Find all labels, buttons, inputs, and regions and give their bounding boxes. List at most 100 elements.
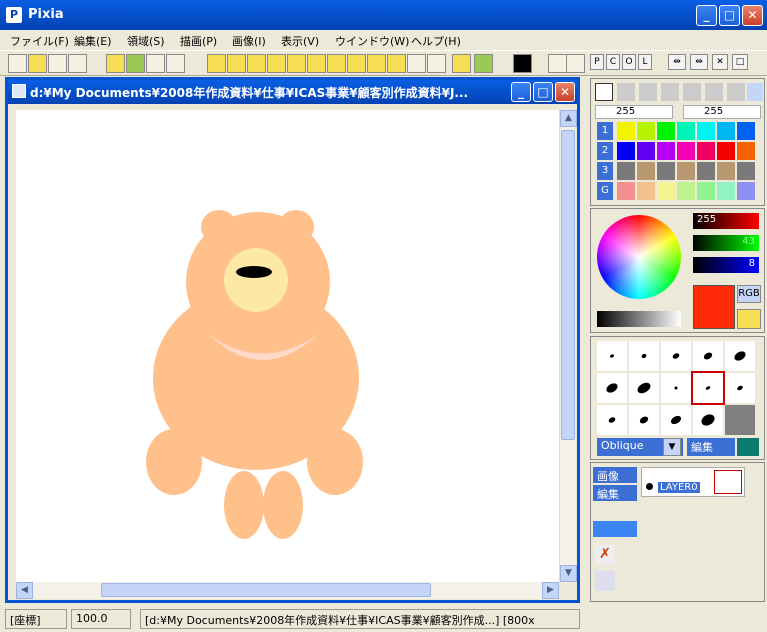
line-tool-icon[interactable] bbox=[247, 54, 266, 73]
layer-image-button[interactable]: 画像 bbox=[593, 467, 637, 483]
fill-tool-icon[interactable] bbox=[387, 54, 406, 73]
pen-icon[interactable] bbox=[595, 83, 613, 101]
color-swatch[interactable] bbox=[717, 162, 735, 180]
polygon-tool-icon[interactable] bbox=[287, 54, 306, 73]
color-swatch[interactable] bbox=[697, 182, 715, 200]
smudge-icon[interactable] bbox=[639, 83, 657, 101]
maximize-button[interactable]: □ bbox=[719, 5, 740, 26]
color-swatch[interactable] bbox=[697, 122, 715, 140]
print-icon[interactable] bbox=[68, 54, 87, 73]
color-swatch[interactable] bbox=[637, 122, 655, 140]
color-swatch[interactable] bbox=[657, 182, 675, 200]
brush-preset[interactable] bbox=[629, 405, 659, 435]
copy-layer-icon[interactable] bbox=[705, 83, 723, 101]
layer-edit-button[interactable]: 編集 bbox=[593, 485, 637, 501]
doc-maximize-button[interactable]: □ bbox=[533, 82, 553, 102]
color-swatch[interactable] bbox=[717, 142, 735, 160]
curve-tool-icon[interactable] bbox=[307, 54, 326, 73]
menu-view[interactable]: 表示(V) bbox=[281, 33, 319, 49]
brush-tool-icon[interactable] bbox=[327, 54, 346, 73]
ellipse-tool-icon[interactable] bbox=[267, 54, 286, 73]
brush-mode-dropdown-icon[interactable]: ▼ bbox=[663, 438, 681, 456]
swatch-row-2-label[interactable]: 2 bbox=[597, 142, 613, 160]
magic-wand-icon[interactable] bbox=[367, 54, 386, 73]
color-swatch[interactable] bbox=[677, 122, 695, 140]
doc-close-button[interactable]: ✕ bbox=[555, 82, 575, 102]
layer-list-icon[interactable] bbox=[595, 571, 615, 591]
current-color-swatch[interactable] bbox=[513, 54, 532, 73]
swatch-row-3-label[interactable]: 3 bbox=[597, 162, 613, 180]
brightness-bar[interactable] bbox=[597, 311, 681, 327]
brush-preset[interactable] bbox=[725, 341, 755, 371]
vertical-scrollbar[interactable]: ▲ ▼ bbox=[559, 110, 577, 582]
color-swatch[interactable] bbox=[677, 182, 695, 200]
right-value-slider[interactable]: 255 bbox=[683, 105, 761, 119]
lasso-tool-icon[interactable] bbox=[347, 54, 366, 73]
scroll-left-button[interactable]: ◀ bbox=[16, 582, 33, 599]
current-color-preview[interactable] bbox=[693, 285, 735, 329]
eraser-icon[interactable] bbox=[727, 83, 745, 101]
left-value-slider[interactable]: 255 bbox=[595, 105, 673, 119]
color-swatch[interactable] bbox=[617, 162, 635, 180]
menu-selection[interactable]: 領域(S) bbox=[127, 33, 165, 49]
color-swatch[interactable] bbox=[617, 122, 635, 140]
color-folder-icon[interactable] bbox=[737, 309, 761, 329]
zoom-in-icon[interactable] bbox=[548, 54, 567, 73]
color-swatch[interactable] bbox=[657, 142, 675, 160]
brush-preset[interactable] bbox=[661, 405, 691, 435]
tab-layer[interactable]: L bbox=[638, 54, 652, 70]
tab-color[interactable]: C bbox=[606, 54, 620, 70]
save-icon[interactable] bbox=[48, 54, 67, 73]
palette-expand-icon[interactable]: □ bbox=[732, 54, 748, 70]
swatch-row-g-label[interactable]: G bbox=[597, 182, 613, 200]
minimize-button[interactable]: _ bbox=[696, 5, 717, 26]
brush-preset[interactable] bbox=[693, 405, 723, 435]
transform-tool-icon[interactable] bbox=[407, 54, 426, 73]
palette-close-icon[interactable]: ✕ bbox=[712, 54, 728, 70]
brush-preset[interactable] bbox=[691, 371, 725, 405]
color-swatch[interactable] bbox=[657, 122, 675, 140]
layer-tool-icon[interactable] bbox=[474, 54, 493, 73]
menu-file[interactable]: ファイル(F) bbox=[10, 33, 69, 49]
color-swatch[interactable] bbox=[737, 182, 755, 200]
redo-icon[interactable] bbox=[126, 54, 145, 73]
brush-toggle-icon[interactable] bbox=[737, 438, 759, 456]
rgb-mode-button[interactable]: RGB bbox=[737, 285, 761, 303]
color-swatch[interactable] bbox=[697, 162, 715, 180]
color-swatch[interactable] bbox=[717, 182, 735, 200]
red-slider[interactable]: 255 bbox=[693, 213, 759, 229]
brush-preset[interactable] bbox=[629, 341, 659, 371]
swatch-row-1-label[interactable]: 1 bbox=[597, 122, 613, 140]
color-swatch[interactable] bbox=[617, 182, 635, 200]
brush-preset[interactable] bbox=[629, 373, 659, 403]
color-swatch[interactable] bbox=[617, 142, 635, 160]
brush-preset[interactable] bbox=[597, 341, 627, 371]
color-swatch[interactable] bbox=[737, 142, 755, 160]
brush-preset[interactable] bbox=[725, 373, 755, 403]
layer-item[interactable]: LAYER0 bbox=[641, 467, 745, 497]
blue-slider[interactable]: 8 bbox=[693, 257, 759, 273]
green-slider[interactable]: 43 bbox=[693, 235, 759, 251]
color-swatch[interactable] bbox=[677, 142, 695, 160]
layer-tool-icon[interactable]: ✗ bbox=[595, 545, 615, 565]
airbrush-icon[interactable] bbox=[617, 83, 635, 101]
tab-option[interactable]: O bbox=[622, 54, 636, 70]
horizontal-scrollbar[interactable]: ◀ ▶ bbox=[16, 582, 559, 599]
color-picker-icon[interactable] bbox=[452, 54, 471, 73]
tab-palette[interactable]: P bbox=[590, 54, 604, 70]
layer-visibility-icon[interactable] bbox=[646, 483, 653, 490]
horizontal-scroll-thumb[interactable] bbox=[101, 583, 431, 597]
menu-draw[interactable]: 描画(P) bbox=[180, 33, 217, 49]
dock-left-icon[interactable]: ⇹ bbox=[668, 54, 686, 70]
brush-preset[interactable] bbox=[597, 373, 627, 403]
scroll-down-button[interactable]: ▼ bbox=[560, 565, 577, 582]
dock-right-icon[interactable]: ⇹ bbox=[690, 54, 708, 70]
menu-window[interactable]: ウインドウ(W) bbox=[335, 33, 409, 49]
color-swatch[interactable] bbox=[717, 122, 735, 140]
menu-edit[interactable]: 編集(E) bbox=[74, 33, 112, 49]
rotate-icon[interactable] bbox=[661, 83, 679, 101]
brush-preset[interactable] bbox=[693, 341, 723, 371]
open-folder-icon[interactable] bbox=[28, 54, 47, 73]
undo-icon[interactable] bbox=[106, 54, 125, 73]
scroll-up-button[interactable]: ▲ bbox=[560, 110, 577, 127]
